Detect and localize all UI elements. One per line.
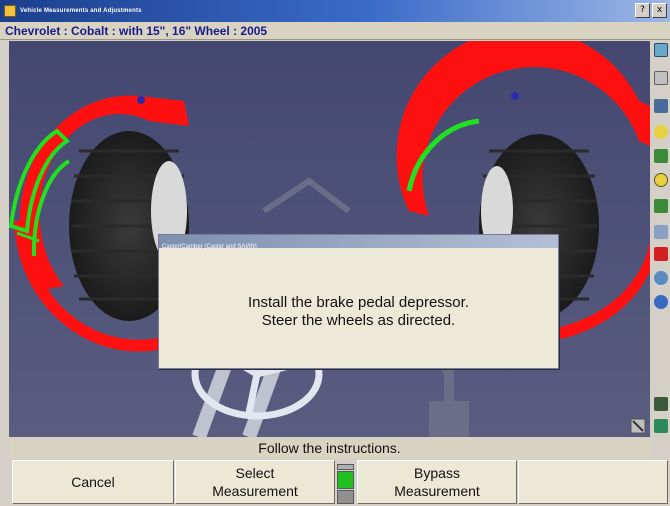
empty-function-button[interactable] <box>518 460 668 504</box>
dialog-message: Install the brake pedal depressor. Steer… <box>159 294 558 330</box>
steering-icon[interactable] <box>654 173 668 187</box>
window-title: Vehicle Measurements and Adjustments <box>20 8 142 14</box>
vehicle-select-icon[interactable] <box>654 43 668 57</box>
dialog-message-line2: Steer the wheels as directed. <box>261 312 456 329</box>
dialog-title: Caster/Camber (Caster and SAI/IN) <box>162 244 257 250</box>
close-window-button[interactable]: x <box>652 3 667 18</box>
camber-icon[interactable] <box>654 149 668 163</box>
print-icon[interactable] <box>654 247 668 261</box>
measurement-viewport: Caster/Camber (Caster and SAI/IN) Instal… <box>9 41 650 437</box>
zoom-icon[interactable] <box>654 271 668 285</box>
app-icon <box>4 5 16 17</box>
adjust-icon[interactable] <box>654 225 668 239</box>
dialog-message-line1: Install the brake pedal depressor. <box>248 294 469 311</box>
progress-indicator <box>337 464 354 504</box>
specs-icon[interactable] <box>654 71 668 85</box>
cancel-button[interactable]: Cancel <box>12 460 174 504</box>
function-key-bar: Cancel Select Measurement Bypass Measure… <box>0 458 670 506</box>
dialog-titlebar: Caster/Camber (Caster and SAI/IN) <box>159 235 558 250</box>
cancel-button-label: Cancel <box>71 474 115 490</box>
status-bar: Follow the instructions. <box>9 438 650 458</box>
select-measurement-button[interactable]: Select Measurement <box>175 460 335 504</box>
help-window-button[interactable]: ? <box>635 3 650 18</box>
bypass-measurement-button[interactable]: Bypass Measurement <box>357 460 517 504</box>
status-text: Follow the instructions. <box>258 440 401 456</box>
window-titlebar: Vehicle Measurements and Adjustments ? x <box>0 0 670 22</box>
right-toolbar <box>652 41 670 437</box>
select-measurement-label: Select Measurement <box>212 465 298 499</box>
exit-icon[interactable] <box>654 419 668 433</box>
tools-icon[interactable] <box>654 397 668 411</box>
caster-icon[interactable] <box>654 125 668 139</box>
toe-icon[interactable] <box>654 199 668 213</box>
measure-icon[interactable] <box>654 99 668 113</box>
vehicle-bar: Chevrolet : Cobalt : with 15", 16" Wheel… <box>0 22 670 40</box>
vehicle-description: Chevrolet : Cobalt : with 15", 16" Wheel… <box>5 24 268 38</box>
instruction-dialog: Caster/Camber (Caster and SAI/IN) Instal… <box>158 234 559 369</box>
help-icon[interactable] <box>654 295 668 309</box>
bypass-measurement-label: Bypass Measurement <box>394 465 480 499</box>
